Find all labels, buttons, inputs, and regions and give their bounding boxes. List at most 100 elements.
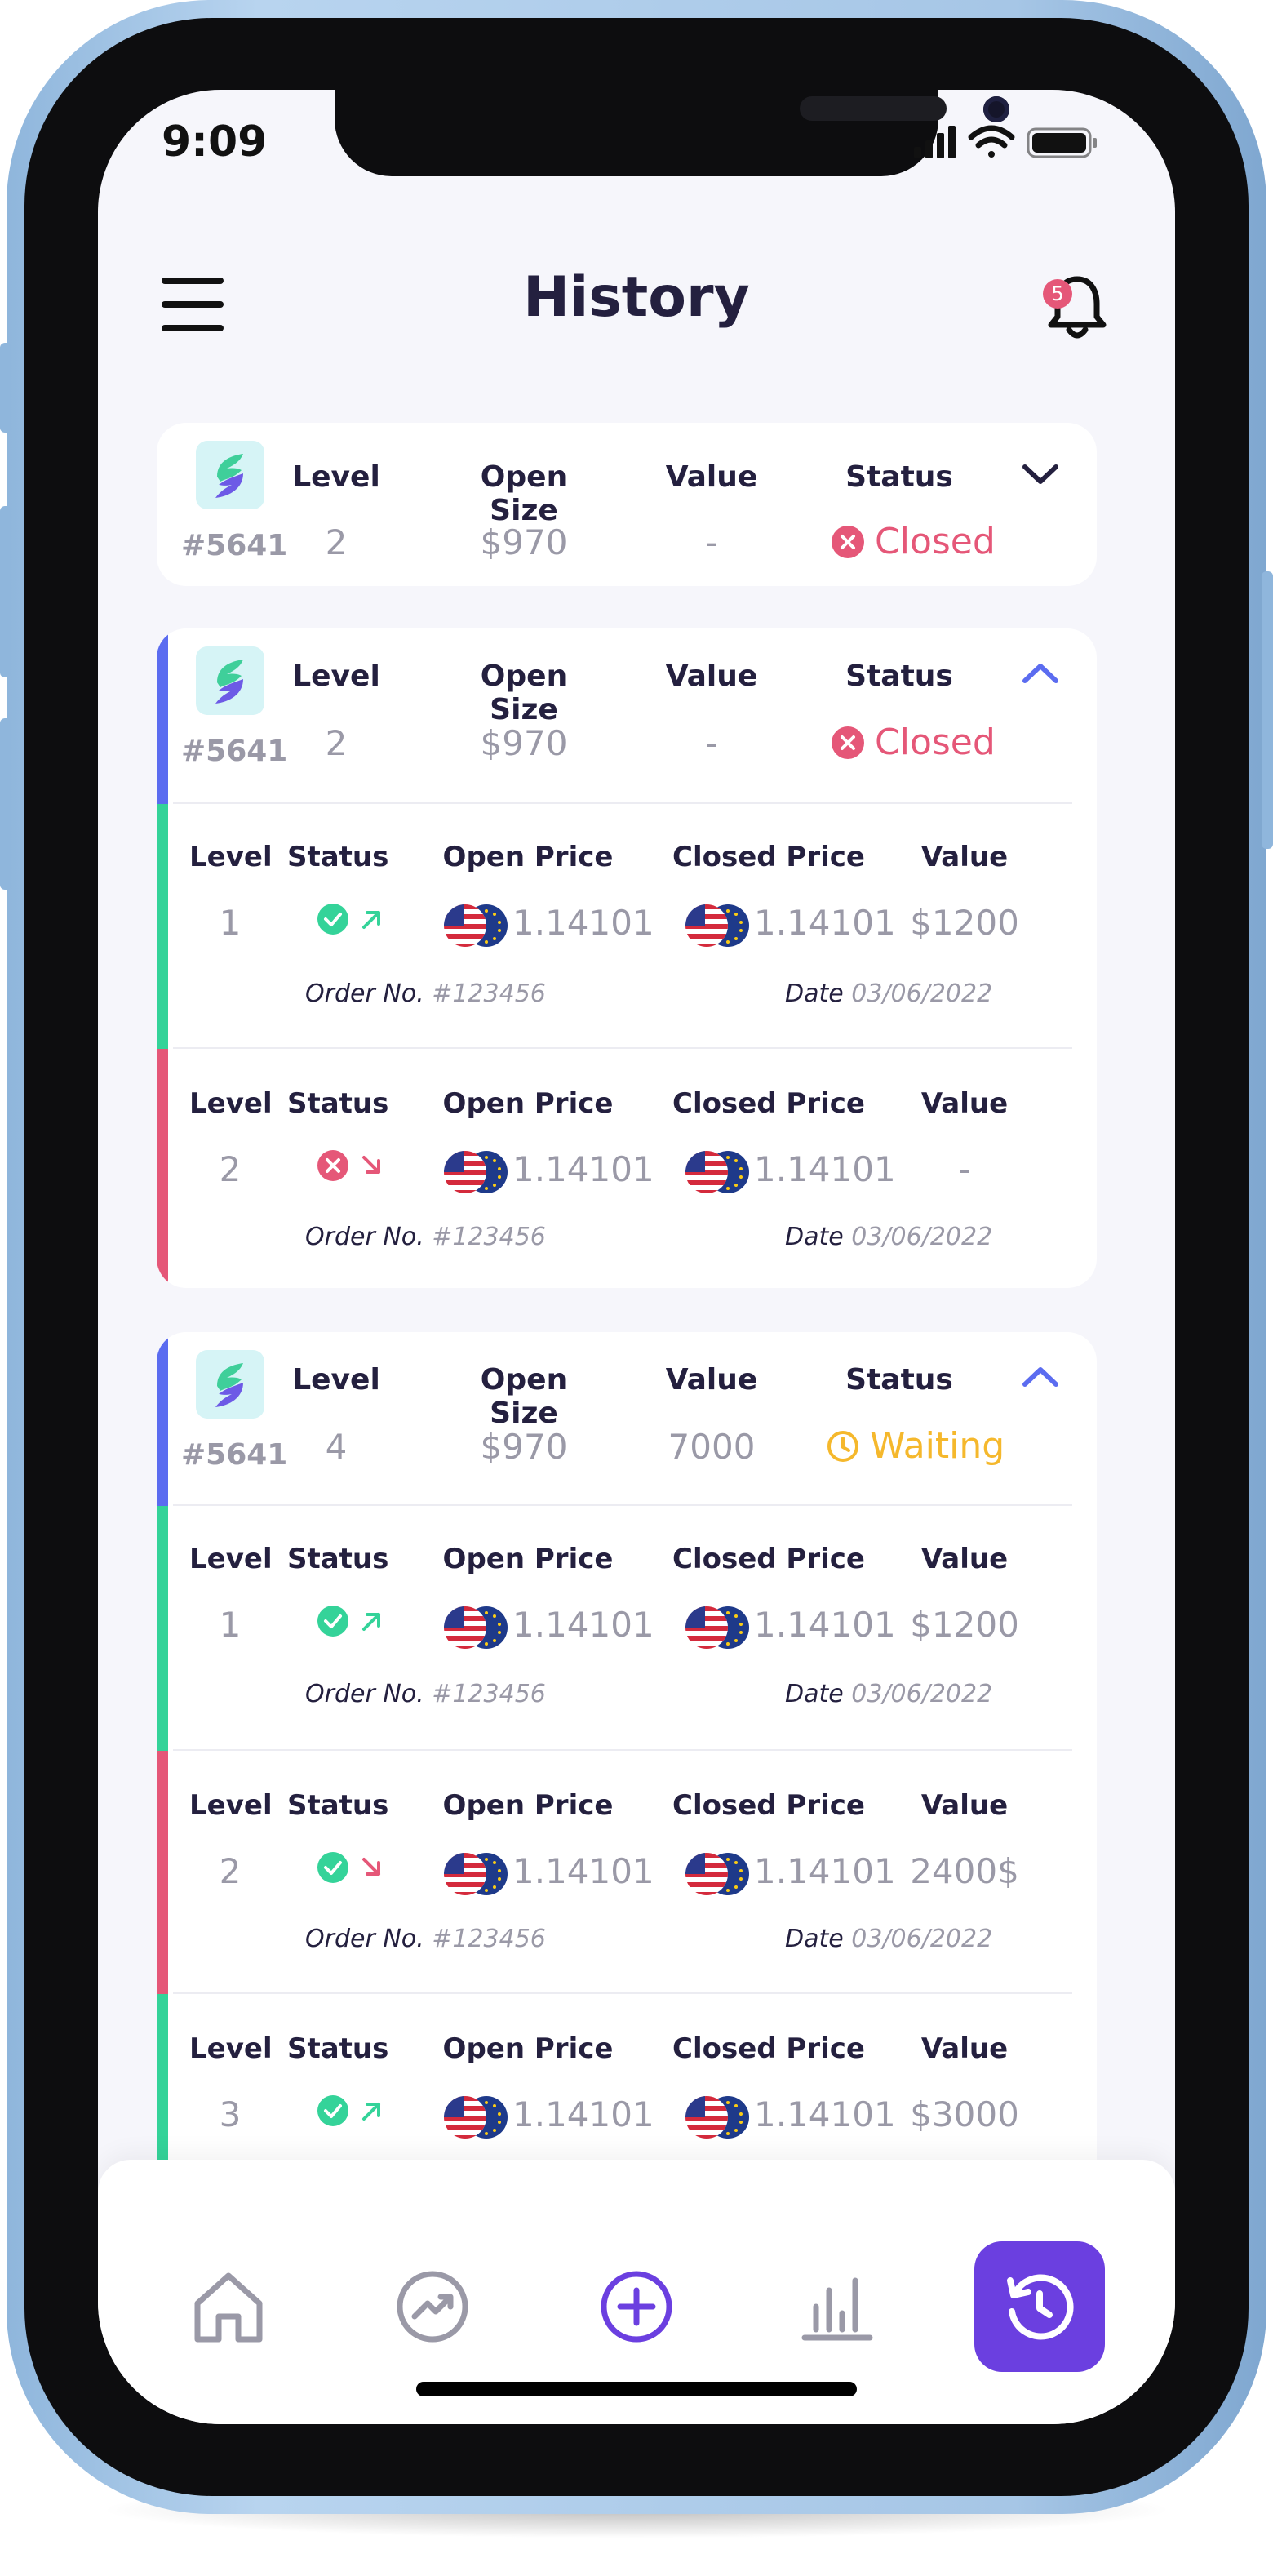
- arrow-up-right-icon: [362, 2103, 380, 2121]
- order-date: Date 03/06/2022: [785, 1925, 993, 1953]
- row-status-success: [317, 1605, 387, 1637]
- row-level-value: 2: [219, 1851, 242, 1891]
- value-value: -: [705, 723, 718, 763]
- history-card[interactable]: #5641 Level 2 Open Size $970 Value - Sta…: [157, 423, 1097, 586]
- open-price-value: 1.14101: [512, 1149, 654, 1189]
- check-icon: [317, 2095, 348, 2126]
- history-card-expanded[interactable]: #5641 Level 4 Open Size $970 Value 7000 …: [157, 1332, 1097, 2230]
- closed-price-value: 1.14101: [754, 1605, 896, 1645]
- x-icon: [317, 1150, 348, 1181]
- closed-price-label: Closed Price: [672, 841, 865, 873]
- open-price-label: Open Price: [442, 1543, 614, 1575]
- eur-usd-flag-icon: [684, 1605, 749, 1649]
- order-id: #5641: [181, 1438, 288, 1472]
- check-icon: [317, 1852, 348, 1883]
- row-status-label: Status: [287, 841, 389, 873]
- row-level-label: Level: [189, 1789, 273, 1822]
- order-no: Order No. #123456: [305, 1223, 546, 1251]
- row-value-label: Value: [920, 1543, 1009, 1575]
- order-no: Order No. #123456: [305, 1925, 546, 1953]
- eur-usd-flag-icon: [442, 1605, 508, 1649]
- row-status-success: [317, 2094, 387, 2127]
- order-no: Order No. #123456: [305, 1680, 546, 1708]
- status-icons: [914, 122, 1102, 167]
- row-value: $1200: [910, 903, 1019, 943]
- nav-home-icon[interactable]: [163, 2241, 294, 2372]
- chevron-down-icon[interactable]: [1020, 460, 1061, 493]
- eur-usd-flag-icon: [442, 903, 508, 947]
- closed-price-label: Closed Price: [672, 1789, 865, 1822]
- app-logo-icon: [196, 1350, 264, 1419]
- row-status-label: Status: [287, 1543, 389, 1575]
- order-date: Date 03/06/2022: [785, 1680, 993, 1708]
- battery-icon: [1027, 127, 1097, 158]
- row-value-label: Value: [920, 841, 1009, 873]
- row-level-value: 2: [219, 1149, 242, 1189]
- nav-add-icon[interactable]: [571, 2241, 702, 2372]
- open-size-label: Open Size: [480, 460, 568, 527]
- history-card-expanded[interactable]: #5641 Level 2 Open Size $970 Value - Sta…: [157, 628, 1097, 1288]
- open-price-label: Open Price: [442, 1087, 614, 1120]
- divider: [173, 1749, 1072, 1751]
- chevron-up-icon[interactable]: [1020, 658, 1061, 691]
- row-status-label: Status: [287, 1087, 389, 1120]
- value-value: 7000: [668, 1427, 756, 1467]
- signal-icon: [914, 126, 956, 158]
- arrow-down-right-icon: [362, 1156, 380, 1174]
- level-value: 4: [325, 1427, 348, 1467]
- row-status-label: Status: [287, 2032, 389, 2065]
- open-size-value: $970: [480, 723, 568, 763]
- speaker: [800, 96, 947, 121]
- closed-price-label: Closed Price: [672, 1087, 865, 1120]
- row-value: $1200: [910, 1605, 1019, 1645]
- closed-price-value: 1.14101: [754, 1149, 896, 1189]
- level-value: 2: [325, 723, 348, 763]
- row-status-label: Status: [287, 1789, 389, 1822]
- status-label: Status: [845, 660, 953, 693]
- level-label: Level: [292, 660, 380, 693]
- status-waiting-badge: Waiting: [826, 1425, 1005, 1467]
- app-logo-icon: [196, 441, 264, 509]
- row-value-label: Value: [920, 1087, 1009, 1120]
- order-no: Order No. #123456: [305, 979, 546, 1008]
- row-accent-failed: [157, 1049, 168, 1288]
- open-size-label: Open Size: [480, 660, 568, 726]
- row-accent-success: [157, 804, 168, 1049]
- nav-stats-icon[interactable]: [772, 2241, 903, 2372]
- status-time: 9:09: [162, 118, 268, 167]
- closed-price-label: Closed Price: [672, 1543, 865, 1575]
- row-level-value: 1: [219, 903, 242, 943]
- row-value: -: [958, 1149, 971, 1189]
- divider: [173, 1047, 1072, 1049]
- nav-trend-icon[interactable]: [367, 2241, 498, 2372]
- row-value-label: Value: [920, 1789, 1009, 1822]
- notch: [335, 90, 1009, 176]
- nav-history-icon[interactable]: [974, 2241, 1105, 2372]
- row-accent-failed: [157, 1751, 168, 1994]
- closed-price-value: 1.14101: [754, 903, 896, 943]
- order-id: #5641: [181, 529, 288, 562]
- divider: [173, 1992, 1072, 1994]
- eur-usd-flag-icon: [442, 1851, 508, 1895]
- status-label: Status: [845, 1363, 953, 1397]
- value-label: Value: [665, 460, 758, 494]
- chevron-up-icon[interactable]: [1020, 1361, 1061, 1394]
- value-label: Value: [665, 660, 758, 693]
- open-size-value: $970: [480, 1427, 568, 1467]
- row-level-value: 3: [219, 2094, 242, 2134]
- row-level-label: Level: [189, 1543, 273, 1575]
- screen: 9:09 History 5 #5641 Level 2 Open Size $…: [98, 90, 1175, 2424]
- status-label: Status: [845, 460, 953, 494]
- eur-usd-flag-icon: [442, 2094, 508, 2139]
- order-date: Date 03/06/2022: [785, 979, 993, 1008]
- closed-price-value: 1.14101: [754, 2094, 896, 2134]
- power-button: [1262, 571, 1273, 849]
- divider: [173, 1504, 1072, 1506]
- row-level-value: 1: [219, 1605, 242, 1645]
- level-value: 2: [325, 522, 348, 562]
- order-id: #5641: [181, 735, 288, 768]
- app-logo-icon: [196, 646, 264, 715]
- row-status-success: [317, 1851, 387, 1884]
- row-accent-success: [157, 1506, 168, 1751]
- status-closed-badge: Closed: [831, 722, 996, 763]
